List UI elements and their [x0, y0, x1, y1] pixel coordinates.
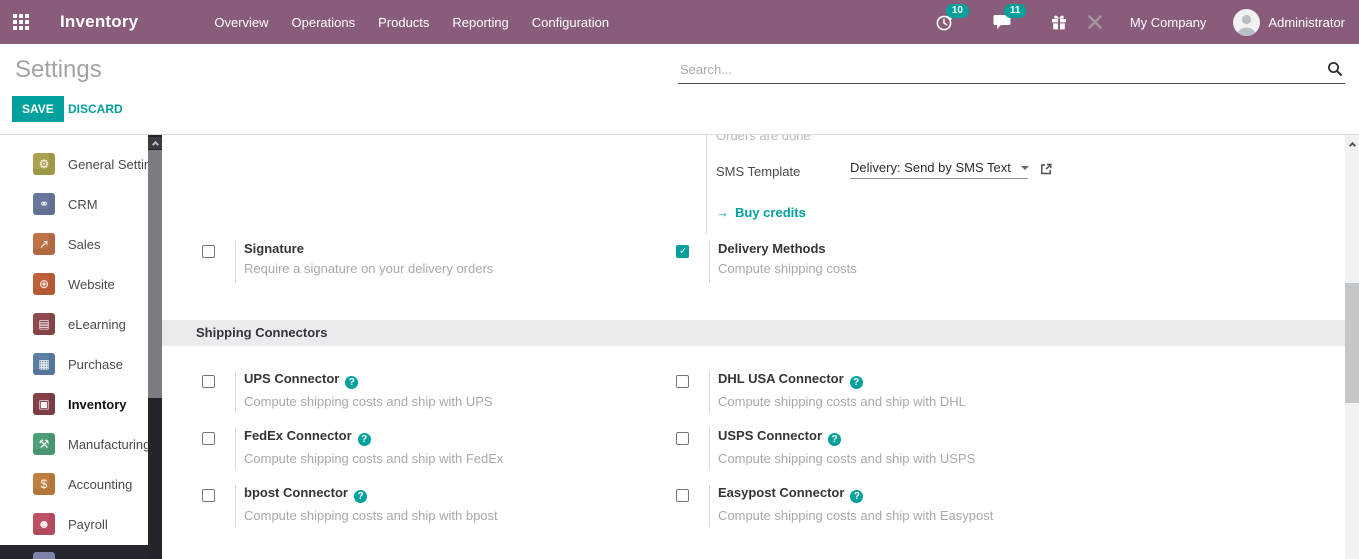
menu-configuration[interactable]: Configuration: [530, 11, 611, 34]
delivery-methods-desc: Compute shipping costs: [718, 261, 857, 276]
dhl-connector-checkbox[interactable]: [676, 375, 689, 388]
activities-icon[interactable]: 10: [934, 4, 969, 33]
fedex-connector-desc: Compute shipping costs and ship with Fed…: [244, 451, 504, 466]
sidebar-item-crm[interactable]: ⚭ CRM: [0, 184, 148, 224]
crm-icon: ⚭: [33, 193, 55, 215]
clipped-setting-text: Orders are done: [716, 135, 811, 143]
payroll-icon: ☻: [33, 513, 55, 535]
help-icon[interactable]: ?: [828, 433, 842, 446]
section-title: Shipping Connectors: [196, 325, 328, 340]
fedex-connector-label: FedEx Connector?: [244, 428, 503, 446]
help-icon[interactable]: ?: [850, 490, 864, 503]
website-icon: ⊕: [33, 273, 55, 295]
bpost-connector-checkbox[interactable]: [202, 489, 215, 502]
menu-products[interactable]: Products: [376, 11, 431, 34]
sms-template-value: Delivery: Send by SMS Text: [850, 160, 1011, 175]
page-scrollbar[interactable]: [1345, 135, 1359, 559]
scroll-up-icon[interactable]: [1345, 141, 1359, 150]
tools-icon[interactable]: [1084, 11, 1106, 33]
sidebar-item-payroll[interactable]: ☻ Payroll: [0, 504, 148, 544]
user-menu[interactable]: Administrator: [1268, 15, 1345, 30]
chevron-down-icon: [1020, 165, 1029, 170]
sales-icon: ↗: [33, 233, 55, 255]
gift-icon[interactable]: [1048, 11, 1070, 33]
sidebar-clipped-row: [0, 545, 148, 559]
usps-connector-desc: Compute shipping costs and ship with USP…: [718, 451, 976, 466]
fedex-connector-checkbox[interactable]: [202, 432, 215, 445]
help-icon[interactable]: ?: [357, 433, 371, 446]
manufacturing-icon: ⚒: [33, 433, 55, 455]
save-button[interactable]: SAVE: [12, 96, 64, 122]
elearning-icon: ▤: [33, 313, 55, 335]
ups-connector-desc: Compute shipping costs and ship with UPS: [244, 394, 493, 409]
sidebar-scrollbar[interactable]: [148, 135, 162, 559]
sidebar-item-purchase[interactable]: ▦ Purchase: [0, 344, 148, 384]
signature-checkbox[interactable]: [202, 245, 215, 258]
sms-template-select[interactable]: Delivery: Send by SMS Text: [850, 160, 1029, 179]
inventory-icon: ▣: [33, 393, 55, 415]
sidebar-item-partial-icon[interactable]: [33, 552, 55, 559]
sidebar-item-elearning[interactable]: ▤ eLearning: [0, 304, 148, 344]
page-scrollbar-thumb[interactable]: [1345, 283, 1359, 403]
sidebar-item-accounting[interactable]: $ Accounting: [0, 464, 148, 504]
search-bar: [678, 57, 1345, 84]
discard-button[interactable]: DISCARD: [68, 102, 123, 116]
bpost-connector-label: bpost Connector?: [244, 485, 498, 503]
company-switcher[interactable]: My Company: [1130, 15, 1207, 30]
sidebar-scroll-up-icon[interactable]: [148, 137, 162, 149]
menu-reporting[interactable]: Reporting: [450, 11, 510, 34]
general-settings-icon: ⚙: [33, 153, 55, 175]
page-title: Settings: [15, 56, 102, 83]
bpost-connector-desc: Compute shipping costs and ship with bpo…: [244, 508, 498, 523]
avatar[interactable]: [1233, 8, 1261, 36]
menu-overview[interactable]: Overview: [212, 11, 270, 34]
sidebar-item-website[interactable]: ⊕ Website: [0, 264, 148, 304]
section-header: Shipping Connectors: [162, 320, 1345, 346]
accounting-icon: $: [33, 473, 55, 495]
help-icon[interactable]: ?: [345, 376, 359, 389]
activities-badge: 10: [945, 4, 969, 18]
sidebar-item-manufacturing[interactable]: ⚒ Manufacturing: [0, 424, 150, 464]
signature-label: Signature: [244, 241, 304, 256]
messages-icon[interactable]: 11: [992, 4, 1027, 33]
top-nav: Overview Operations Products Reporting C…: [212, 11, 611, 34]
sidebar-item-sales[interactable]: ↗ Sales: [0, 224, 148, 264]
sms-template-label: SMS Template: [716, 164, 801, 179]
easypost-connector-desc: Compute shipping costs and ship with Eas…: [718, 508, 994, 523]
sidebar-item-inventory[interactable]: ▣ Inventory: [0, 384, 148, 424]
usps-connector-label: USPS Connector?: [718, 428, 975, 446]
settings-main: Orders are done SMS Template Delivery: S…: [162, 135, 1345, 559]
purchase-icon: ▦: [33, 353, 55, 375]
ups-connector-checkbox[interactable]: [202, 375, 215, 388]
easypost-connector-label: Easypost Connector?: [718, 485, 993, 503]
control-panel: Settings SAVE DISCARD: [0, 44, 1359, 135]
ups-connector-label: UPS Connector?: [244, 371, 493, 389]
signature-desc: Require a signature on your delivery ord…: [244, 261, 494, 276]
buy-credits-link[interactable]: → Buy credits: [716, 205, 806, 220]
apps-menu-icon[interactable]: [13, 14, 29, 30]
sms-settings-pane: Orders are done SMS Template Delivery: S…: [706, 135, 1246, 234]
usps-connector-checkbox[interactable]: [676, 432, 689, 445]
delivery-methods-label: Delivery Methods: [718, 241, 826, 256]
dhl-connector-desc: Compute shipping costs and ship with DHL: [718, 394, 966, 409]
arrow-right-icon: →: [716, 205, 729, 220]
easypost-connector-checkbox[interactable]: [676, 489, 689, 502]
delivery-methods-checkbox[interactable]: [676, 245, 689, 258]
menu-operations[interactable]: Operations: [290, 11, 358, 34]
help-icon[interactable]: ?: [849, 376, 863, 389]
help-icon[interactable]: ?: [354, 490, 367, 503]
search-input[interactable]: [678, 57, 1345, 84]
search-icon[interactable]: [1327, 61, 1343, 77]
messages-badge: 11: [1003, 4, 1027, 18]
top-bar: Inventory Overview Operations Products R…: [0, 0, 1359, 44]
app-title: Inventory: [60, 12, 139, 31]
dhl-connector-label: DHL USA Connector?: [718, 371, 966, 389]
settings-sidebar: ⚙ General Settings ⚭ CRM ↗ Sales ⊕ Websi…: [0, 135, 165, 559]
sidebar-scrollbar-thumb[interactable]: [148, 150, 162, 398]
external-link-icon[interactable]: [1039, 162, 1053, 176]
sidebar-item-general-settings[interactable]: ⚙ General Settings: [0, 144, 165, 184]
